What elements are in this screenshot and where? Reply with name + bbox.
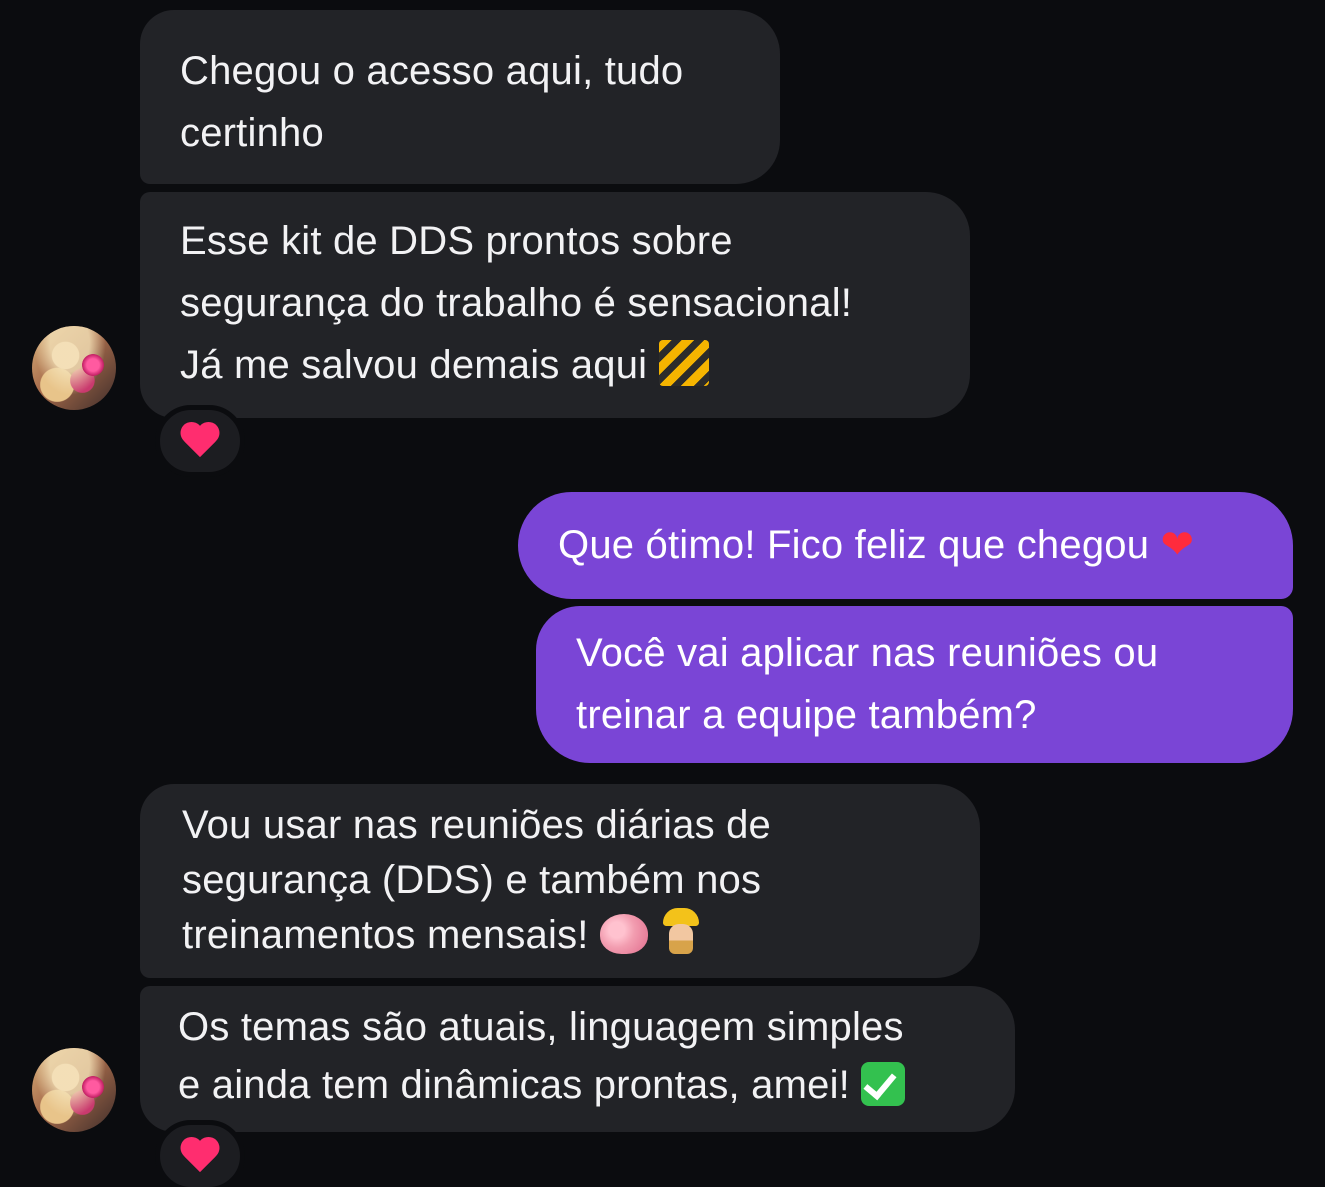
check-mark-icon [861,1062,906,1106]
message-text-line: Já me salvou demais aqui [180,334,932,396]
message-text: treinamentos mensais! [182,913,589,957]
avatar-flower [82,1076,104,1098]
message-bubble-incoming[interactable]: Vou usar nas reuniões diárias de seguran… [140,784,980,978]
message-bubble-incoming[interactable]: Esse kit de DDS prontos sobre segurança … [140,192,970,418]
construction-icon [658,340,709,386]
message-bubble-incoming[interactable]: Os temas são atuais, linguagem simples e… [140,986,1015,1132]
heart-reaction-icon [180,423,220,459]
avatar-flower [82,354,104,376]
brain-icon [599,914,648,954]
avatar[interactable] [32,326,116,410]
red-heart-icon: ❤ [1160,522,1195,568]
construction-worker-icon [659,908,703,958]
message-bubble-incoming[interactable]: Chegou o acesso aqui, tudo certinho [140,10,780,184]
message-bubble-outgoing[interactable]: Que ótimo! Fico feliz que chegou ❤ [518,492,1293,599]
reaction-badge[interactable] [155,1120,245,1187]
message-text: Já me salvou demais aqui [180,343,648,387]
message-text: treinar a equipe também? [576,693,1037,737]
message-text: Vou usar nas reuniões diárias de [182,803,771,847]
heart-reaction-icon [180,1138,220,1174]
message-text: Chegou o acesso aqui, tudo [180,49,684,93]
message-text-line: Que ótimo! Fico feliz que chegou ❤ [558,514,1263,576]
message-text: certinho [180,111,324,155]
message-text: e ainda tem dinâmicas prontas, amei! [178,1063,850,1107]
message-text: Que ótimo! Fico feliz que chegou [558,523,1150,567]
avatar[interactable] [32,1048,116,1132]
message-text: Você vai aplicar nas reuniões ou [576,631,1159,675]
reaction-badge[interactable] [155,405,245,477]
message-text: segurança (DDS) e também nos [182,858,762,902]
message-text-line: e ainda tem dinâmicas prontas, amei! [178,1056,977,1114]
message-text-line: treinamentos mensais! [182,908,942,963]
message-text: segurança do trabalho é sensacional! [180,281,853,325]
message-bubble-outgoing[interactable]: Você vai aplicar nas reuniões ou treinar… [536,606,1293,763]
message-text: Os temas são atuais, linguagem simples [178,1005,904,1049]
message-text: Esse kit de DDS prontos sobre [180,219,733,263]
